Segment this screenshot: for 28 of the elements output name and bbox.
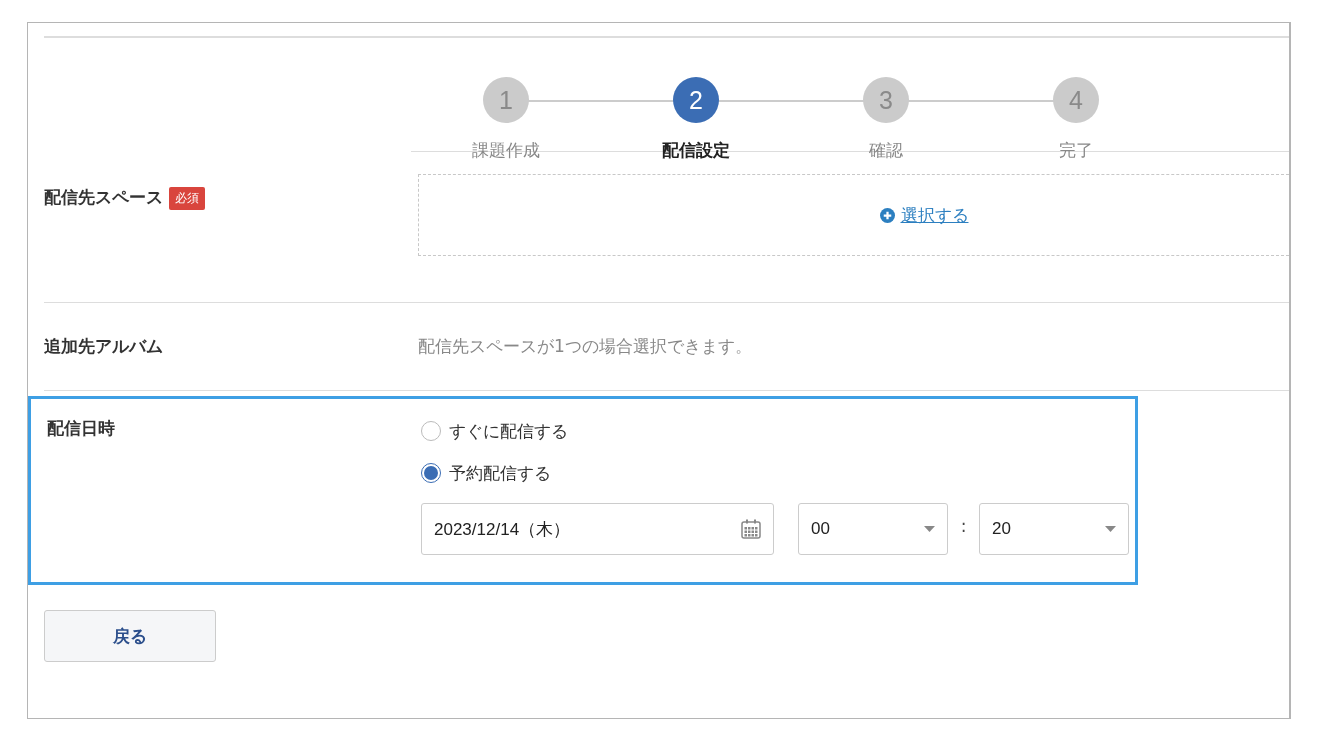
- radio-button[interactable]: [421, 463, 441, 483]
- step-number: 4: [1053, 77, 1099, 123]
- album-hint: 配信先スペースが1つの場合選択できます。: [418, 335, 752, 358]
- radio-option[interactable]: すぐに配信する: [421, 417, 1129, 445]
- step-number: 1: [483, 77, 529, 123]
- radio-button[interactable]: [421, 421, 441, 441]
- step-number: 2: [673, 77, 719, 123]
- field-label: 追加先アルバム: [44, 335, 163, 358]
- time-separator: :: [959, 516, 968, 536]
- radio-option[interactable]: 予約配信する: [421, 459, 1129, 487]
- minute-select[interactable]: 20: [979, 503, 1129, 555]
- radio-label: すぐに配信する: [449, 419, 568, 443]
- field-label: 配信日時: [47, 417, 115, 440]
- caret-icon: [924, 526, 935, 532]
- date-field[interactable]: 2023/12/14（木）: [421, 503, 774, 555]
- step-label: 確認: [869, 139, 903, 162]
- required-badge: 必須: [169, 187, 205, 210]
- calendar-icon[interactable]: [741, 519, 761, 539]
- hour-select[interactable]: 00: [798, 503, 948, 555]
- back-button[interactable]: 戻る: [44, 610, 216, 662]
- step-label: 配信設定: [662, 139, 730, 162]
- field-label: 配信先スペース: [44, 186, 163, 209]
- radio-label: 予約配信する: [449, 461, 551, 485]
- caret-icon: [1105, 526, 1116, 532]
- step-number: 3: [863, 77, 909, 123]
- step-label: 完了: [1059, 139, 1093, 162]
- step-label: 課題作成: [472, 139, 540, 162]
- plus-circle-icon: [879, 207, 895, 223]
